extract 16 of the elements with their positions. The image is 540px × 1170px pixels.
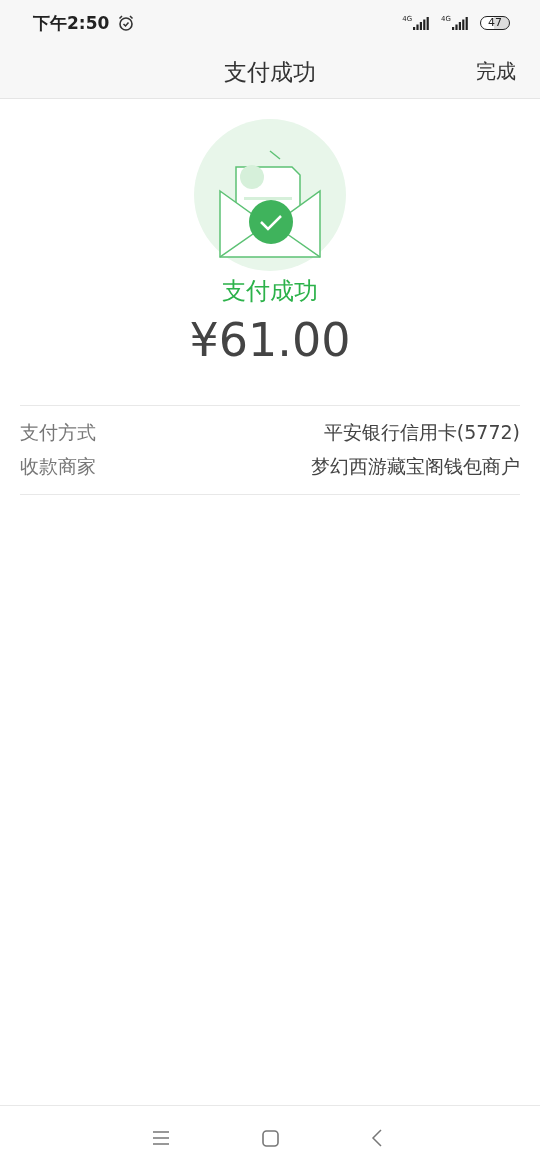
signal-icon	[413, 16, 430, 30]
signal-icon	[452, 16, 468, 30]
back-icon[interactable]	[371, 1129, 382, 1147]
menu-icon[interactable]	[152, 1131, 170, 1145]
detail-label: 支付方式	[20, 420, 96, 445]
battery-indicator: 47	[480, 16, 510, 30]
payment-status: 支付成功	[222, 276, 318, 307]
alarm-clock-icon	[117, 14, 136, 32]
payment-amount: ¥61.00	[189, 313, 351, 367]
page-title: 支付成功	[224, 57, 316, 87]
detail-value: 梦幻西游藏宝阁钱包商户	[311, 454, 520, 479]
detail-label: 收款商家	[20, 454, 96, 479]
done-button[interactable]: 完成	[476, 56, 516, 87]
status-time: 下午2:50	[33, 11, 110, 35]
detail-value: 平安银行信用卡(5772)	[323, 420, 520, 445]
home-icon[interactable]	[262, 1129, 279, 1147]
